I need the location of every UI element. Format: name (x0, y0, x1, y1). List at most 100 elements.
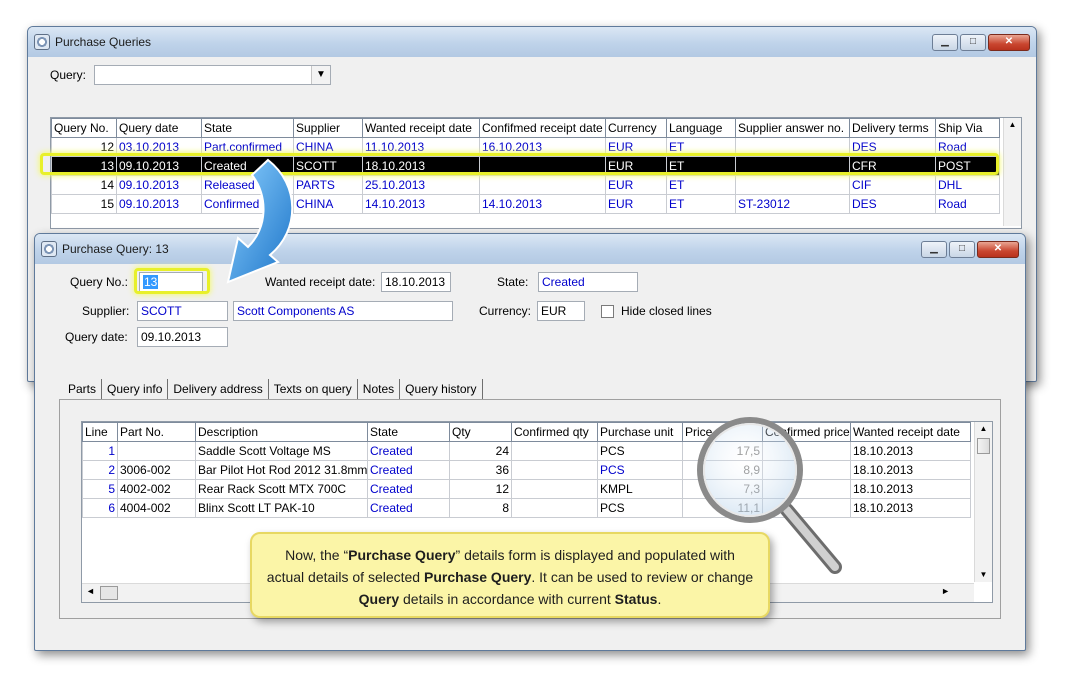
line-cell[interactable] (511, 460, 598, 480)
lines-column-header[interactable]: Qty (449, 422, 512, 442)
line-cell[interactable]: Created (367, 479, 450, 499)
line-cell[interactable]: 8,9 (682, 460, 763, 480)
scroll-thumb[interactable] (977, 438, 990, 454)
lines-column-header[interactable]: Confirmed qty (511, 422, 598, 442)
lines-column-header[interactable]: Line (82, 422, 118, 442)
line-cell[interactable]: 18.10.2013 (850, 441, 971, 461)
line-cell[interactable]: Blinx Scott LT PAK-10 (195, 498, 368, 518)
line-cell[interactable] (511, 441, 598, 461)
tab-parts[interactable]: Parts (63, 379, 103, 399)
state-field[interactable]: Created (538, 272, 638, 292)
queries-column-header[interactable]: Query No. (51, 118, 117, 138)
maximize-button[interactable]: □ (949, 240, 975, 258)
query-cell[interactable] (479, 156, 606, 176)
query-cell[interactable]: EUR (605, 194, 667, 214)
query-cell[interactable]: ET (666, 137, 736, 157)
query-cell[interactable]: 09.10.2013 (116, 194, 202, 214)
line-cell[interactable]: Created (367, 441, 450, 461)
tab-query-history[interactable]: Query history (400, 379, 483, 399)
lines-column-header[interactable]: Confirmed price (762, 422, 851, 442)
query-cell[interactable]: CFR (849, 156, 936, 176)
line-cell[interactable]: Created (367, 498, 450, 518)
query-cell[interactable]: PARTS (293, 175, 363, 195)
query-cell[interactable]: ET (666, 156, 736, 176)
query-row[interactable]: 13 09.10.2013 Created SCOTT 18.10.2013 EUR ET C… (51, 156, 1000, 176)
query-cell[interactable] (735, 137, 850, 157)
line-cell[interactable]: PCS (597, 441, 683, 461)
supplier-code-field[interactable]: SCOTT (137, 301, 228, 321)
query-cell[interactable] (735, 175, 850, 195)
query-cell[interactable]: 14.10.2013 (479, 194, 606, 214)
line-cell[interactable] (762, 479, 851, 499)
query-cell[interactable]: SCOTT (293, 156, 363, 176)
line-cell[interactable] (511, 498, 598, 518)
tab-texts-on-query[interactable]: Texts on query (269, 379, 358, 399)
line-cell[interactable]: 11,1 (682, 498, 763, 518)
query-cell[interactable]: 15 (51, 194, 117, 214)
line-cell[interactable]: KMPL (597, 479, 683, 499)
query-select[interactable]: ▼ (94, 65, 331, 85)
line-cell[interactable]: 4002-002 (117, 479, 196, 499)
hide-closed-lines-checkbox[interactable] (601, 305, 614, 318)
line-cell[interactable]: 12 (449, 479, 512, 499)
query-cell[interactable]: 11.10.2013 (362, 137, 480, 157)
query-no-field[interactable]: 13 (139, 272, 203, 292)
line-cell[interactable] (117, 441, 196, 461)
line-cell[interactable]: PCS (597, 460, 683, 480)
line-cell[interactable]: 2 (82, 460, 118, 480)
query-cell[interactable]: 13 (51, 156, 117, 176)
queries-column-header[interactable]: Confifmed receipt date (479, 118, 606, 138)
line-cell[interactable] (762, 441, 851, 461)
query-cell[interactable]: EUR (605, 156, 667, 176)
query-cell[interactable]: 16.10.2013 (479, 137, 606, 157)
line-cell[interactable]: 3006-002 (117, 460, 196, 480)
line-cell[interactable]: 36 (449, 460, 512, 480)
scroll-up-icon[interactable]: ▲ (975, 422, 992, 436)
queries-column-header[interactable]: Language (666, 118, 736, 138)
line-row[interactable]: 1 Saddle Scott Voltage MS Created 24 PCS 17,5… (82, 441, 971, 461)
line-cell[interactable]: Saddle Scott Voltage MS (195, 441, 368, 461)
query-cell[interactable]: 03.10.2013 (116, 137, 202, 157)
query-cell[interactable]: EUR (605, 175, 667, 195)
query-cell[interactable]: 09.10.2013 (116, 156, 202, 176)
query-cell[interactable]: Released (201, 175, 294, 195)
query-row[interactable]: 15 09.10.2013 Confirmed CHINA 14.10.2013 14.1… (51, 194, 1000, 214)
lines-column-header[interactable]: Purchase unit (597, 422, 683, 442)
line-cell[interactable]: 18.10.2013 (850, 479, 971, 499)
line-row[interactable]: 5 4002-002 Rear Rack Scott MTX 700C Created… (82, 479, 971, 499)
query-cell[interactable]: DHL (935, 175, 1000, 195)
tab-notes[interactable]: Notes (358, 379, 401, 399)
supplier-name-field[interactable]: Scott Components AS (233, 301, 453, 321)
lines-column-header[interactable]: Description (195, 422, 368, 442)
query-row[interactable]: 12 03.10.2013 Part.confirmed CHINA 11.10.201… (51, 137, 1000, 157)
line-cell[interactable]: 8 (449, 498, 512, 518)
currency-field[interactable]: EUR (537, 301, 585, 321)
chevron-down-icon[interactable]: ▼ (311, 66, 330, 84)
query-cell[interactable]: CIF (849, 175, 936, 195)
query-cell[interactable]: ET (666, 194, 736, 214)
queries-vertical-scrollbar[interactable]: ▲ (1003, 118, 1021, 226)
close-button[interactable]: ✕ (977, 240, 1019, 258)
tab-query-info[interactable]: Query info (102, 379, 169, 399)
query-row[interactable]: 14 09.10.2013 Released PARTS 25.10.2013 EUR ET… (51, 175, 1000, 195)
queries-column-header[interactable]: Currency (605, 118, 667, 138)
query-cell[interactable]: Part.confirmed (201, 137, 294, 157)
horizontal-scroll-thumb[interactable] (100, 586, 118, 600)
lines-column-header[interactable]: Price (682, 422, 763, 442)
line-cell[interactable]: 18.10.2013 (850, 460, 971, 480)
scroll-up-icon[interactable]: ▲ (1004, 118, 1021, 132)
line-cell[interactable] (762, 460, 851, 480)
query-cell[interactable]: Confirmed (201, 194, 294, 214)
minimize-button[interactable]: ▁ (921, 240, 947, 258)
scroll-right-icon[interactable]: ► (941, 586, 950, 596)
query-date-field[interactable]: 09.10.2013 (137, 327, 228, 347)
line-cell[interactable]: 17,5 (682, 441, 763, 461)
minimize-button[interactable]: ▁ (932, 33, 958, 51)
line-cell[interactable]: PCS (597, 498, 683, 518)
query-cell[interactable]: Created (201, 156, 294, 176)
line-row[interactable]: 2 3006-002 Bar Pilot Hot Rod 2012 31.8mm (… (82, 460, 971, 480)
wanted-receipt-date-field[interactable]: 18.10.2013 (381, 272, 451, 292)
query-cell[interactable]: CHINA (293, 194, 363, 214)
lines-column-header[interactable]: Wanted receipt date (850, 422, 971, 442)
line-cell[interactable]: Bar Pilot Hot Rod 2012 31.8mm ( (195, 460, 368, 480)
